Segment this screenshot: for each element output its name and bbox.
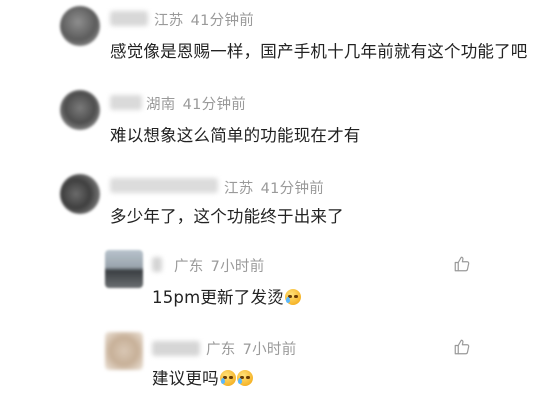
comment-meta: 江苏 41分钟前 [154, 9, 254, 30]
thumbs-up-icon[interactable] [453, 338, 471, 356]
reply-time: 7小时前 [210, 259, 265, 275]
username-blurred[interactable] [110, 11, 148, 26]
crying-face-icon [284, 289, 301, 305]
comment-thread: 江苏 41分钟前 感觉像是恩赐一样，国产手机十几年前就有这个功能了吧 湖南 41分钟… [0, 0, 557, 399]
comment-time: 41分钟前 [260, 181, 325, 197]
crying-face-icon [236, 370, 253, 386]
reply-text-line: 15pm更新了发烫 [152, 284, 301, 308]
username-blurred[interactable] [110, 95, 142, 110]
comment-meta: 湖南 41分钟前 [146, 93, 246, 114]
crying-face-icon [219, 370, 236, 386]
reply-text: 建议更吗 [152, 369, 219, 388]
reply-region: 广东 [174, 259, 204, 275]
comment-region: 湖南 [146, 97, 176, 113]
reply-meta: 广东 7小时前 [206, 338, 297, 359]
avatar[interactable] [60, 6, 100, 46]
avatar[interactable] [105, 332, 143, 370]
avatar[interactable] [105, 250, 143, 288]
thumbs-up-icon[interactable] [453, 255, 471, 273]
comment-time: 41分钟前 [182, 97, 247, 113]
comment-time: 41分钟前 [190, 13, 255, 29]
comment-text: 多少年了，这个功能终于出来了 [110, 207, 344, 226]
reply-text: 15pm更新了发烫 [152, 288, 284, 307]
reply-time: 7小时前 [242, 342, 297, 358]
comment-region: 江苏 [224, 181, 254, 197]
reply-region: 广东 [206, 342, 236, 358]
avatar[interactable] [60, 90, 100, 130]
reply-meta: 广东 7小时前 [174, 255, 265, 276]
username-blurred[interactable] [152, 341, 200, 356]
username-blurred[interactable] [110, 178, 218, 193]
comment-region: 江苏 [154, 13, 184, 29]
username-blurred[interactable] [152, 257, 162, 272]
comment-text: 感觉像是恩赐一样，国产手机十几年前就有这个功能了吧 [110, 42, 528, 61]
comment-text: 难以想象这么简单的功能现在才有 [110, 126, 361, 145]
reply-text-line: 建议更吗 [152, 365, 253, 389]
avatar[interactable] [60, 174, 100, 214]
comment-meta: 江苏 41分钟前 [224, 177, 324, 198]
